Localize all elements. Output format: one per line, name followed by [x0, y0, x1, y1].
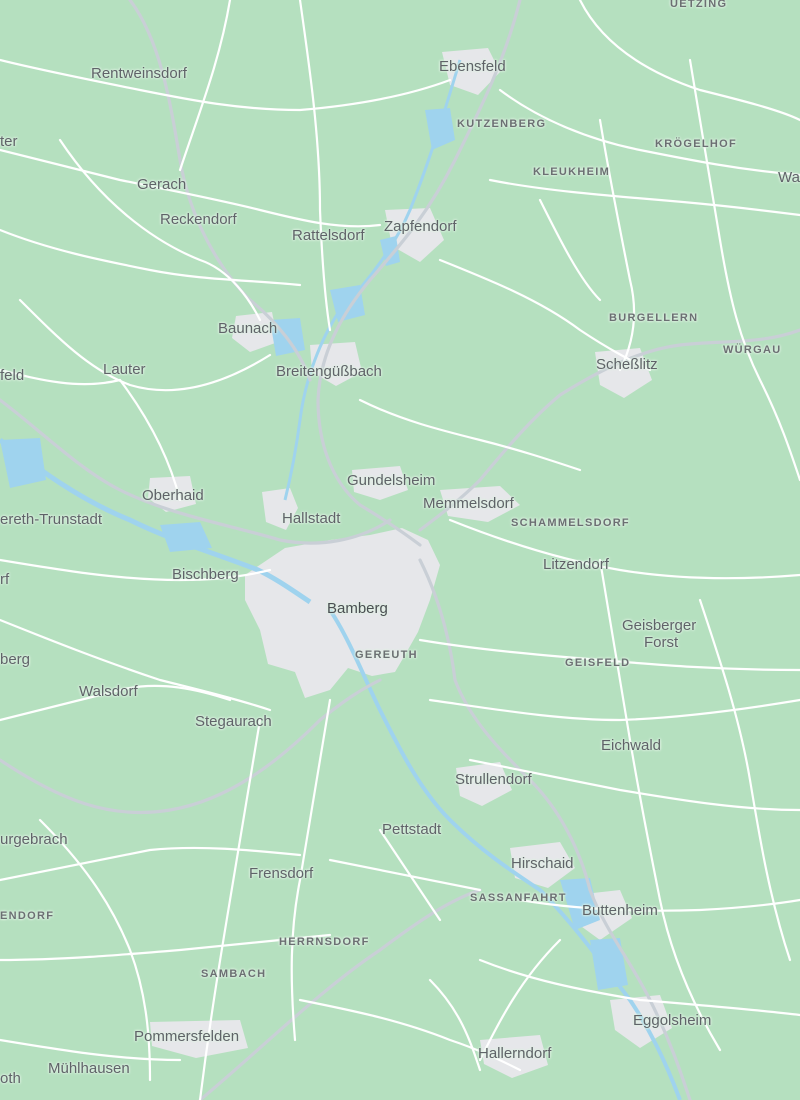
- place-label-eggolsheim: Eggolsheim: [633, 1012, 712, 1029]
- place-label-uetzing: UETZING: [670, 0, 728, 10]
- place-label-urgebrach: urgebrach: [0, 831, 68, 848]
- place-label-berg: berg: [0, 651, 31, 668]
- place-label-ter: ter: [0, 133, 18, 150]
- lake-5: [160, 522, 212, 552]
- place-label-gereuth: GEREUTH: [355, 649, 418, 661]
- place-label-kleukheim: KLEUKHEIM: [533, 166, 611, 178]
- lake-4: [0, 438, 46, 488]
- place-label-memmelsdorf: Memmelsdorf: [423, 495, 514, 512]
- place-label-zapfendorf: Zapfendorf: [384, 218, 457, 235]
- place-label-gundelsheim: Gundelsheim: [347, 472, 436, 489]
- place-label-schesslitz: Scheßlitz: [596, 356, 658, 373]
- map-base-layer: [0, 0, 800, 1100]
- place-label-pommersfelden: Pommersfelden: [134, 1028, 240, 1045]
- place-label-oberhaid: Oberhaid: [142, 487, 204, 504]
- place-label-lauter: Lauter: [103, 361, 146, 378]
- place-label-forst: Forst: [644, 634, 679, 651]
- place-label-ebensfeld: Ebensfeld: [439, 58, 506, 75]
- place-label-reckendorf: Reckendorf: [160, 211, 237, 228]
- place-label-strullendorf: Strullendorf: [455, 771, 532, 788]
- place-label-schammelsdorf: SCHAMMELSDORF: [511, 517, 630, 529]
- place-label-ereth-trunstadt: ereth-Trunstadt: [0, 511, 102, 528]
- place-label-muehlhausen: Mühlhausen: [48, 1060, 130, 1077]
- place-label-rf: rf: [0, 571, 10, 588]
- place-label-sassanfahrt: SASSANFAHRT: [470, 892, 567, 904]
- lake-7: [590, 938, 628, 990]
- place-label-geisfeld: GEISFELD: [565, 657, 631, 669]
- place-label-herrnsdorf: HERRNSDORF: [279, 936, 370, 948]
- place-label-bamberg: Bamberg: [327, 600, 388, 617]
- place-label-hirschaid: Hirschaid: [511, 855, 574, 872]
- place-label-litzendorf: Litzendorf: [543, 556, 609, 573]
- place-label-sambach: SAMBACH: [201, 968, 267, 980]
- place-label-walsdorf: Walsdorf: [79, 683, 138, 700]
- place-label-wuergau: WÜRGAU: [723, 344, 782, 356]
- lake-1: [425, 108, 455, 150]
- place-label-kroegelhof: KRÖGELHOF: [655, 138, 737, 150]
- place-label-wa: Wa: [778, 169, 800, 186]
- place-label-frensdorf: Frensdorf: [249, 865, 314, 882]
- place-label-hallerndorf: Hallerndorf: [478, 1045, 552, 1062]
- place-label-stegaurach: Stegaurach: [195, 713, 272, 730]
- place-label-hallstadt: Hallstadt: [282, 510, 341, 527]
- place-label-burgellern: BURGELLERN: [609, 312, 699, 324]
- place-label-feld: feld: [0, 367, 25, 384]
- place-label-buttenheim: Buttenheim: [582, 902, 658, 919]
- place-label-geisberger: Geisberger: [622, 617, 697, 634]
- place-label-gerach: Gerach: [137, 176, 187, 193]
- map-canvas[interactable]: UETZING Ebensfeld Rentweinsdorf KUTZENBE…: [0, 0, 800, 1100]
- place-label-endorf: ENDORF: [0, 910, 55, 922]
- place-label-oth: oth: [0, 1070, 21, 1087]
- place-label-rattelsdorf: Rattelsdorf: [292, 227, 365, 244]
- place-label-eichwald: Eichwald: [601, 737, 662, 754]
- place-label-baunach: Baunach: [218, 320, 278, 337]
- place-label-kutzenberg: KUTZENBERG: [457, 118, 547, 130]
- place-label-breitenguessbach: Breitengüßbach: [276, 363, 382, 380]
- place-label-pettstadt: Pettstadt: [382, 821, 442, 838]
- place-label-rentweinsdorf: Rentweinsdorf: [91, 65, 187, 82]
- place-label-bischberg: Bischberg: [172, 566, 239, 583]
- b505-south-road: [198, 888, 482, 1100]
